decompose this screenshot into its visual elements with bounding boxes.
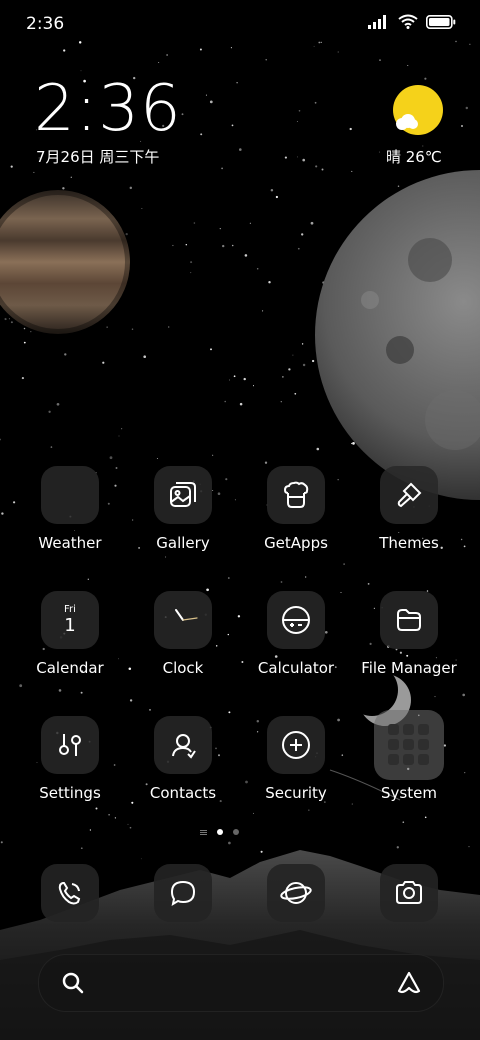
app-label: Calculator	[257, 659, 335, 677]
app-weather[interactable]: Weather	[14, 466, 126, 552]
page-dot[interactable]	[233, 829, 239, 835]
weather-icon[interactable]	[41, 466, 99, 524]
app-label: Calendar	[36, 659, 104, 677]
app-gallery[interactable]: Gallery	[127, 466, 239, 552]
security-icon[interactable]	[267, 716, 325, 774]
wifi-icon	[398, 14, 418, 29]
app-calculator[interactable]: Calculator	[240, 591, 352, 677]
app-label: Themes	[379, 534, 439, 552]
app-label: GetApps	[264, 534, 328, 552]
calendar-icon[interactable]: Fri 1	[41, 591, 99, 649]
phone-icon[interactable]	[41, 864, 99, 922]
calendar-day: Fri	[64, 603, 76, 615]
search-bar[interactable]	[38, 954, 444, 1012]
assistant-icon[interactable]	[395, 969, 423, 997]
app-label: Gallery	[156, 534, 210, 552]
folder-icon[interactable]	[380, 591, 438, 649]
messages-icon[interactable]	[154, 864, 212, 922]
search-icon[interactable]	[61, 971, 85, 995]
app-security[interactable]: Security	[240, 716, 352, 802]
app-label: File Manager	[361, 659, 457, 677]
app-calendar[interactable]: Fri 1 Calendar	[14, 591, 126, 677]
sunny-cloud-icon[interactable]	[392, 84, 444, 136]
dock-browser[interactable]	[240, 864, 352, 922]
status-bar: 2:36	[0, 0, 480, 50]
contacts-icon[interactable]	[154, 716, 212, 774]
app-label: Contacts	[149, 784, 217, 802]
app-system-folder[interactable]: System	[353, 710, 465, 802]
app-settings[interactable]: Settings	[14, 716, 126, 802]
getapps-icon[interactable]	[267, 466, 325, 524]
calculator-icon[interactable]	[267, 591, 325, 649]
app-label: Clock	[162, 659, 204, 677]
dock-messages[interactable]	[127, 864, 239, 922]
app-themes[interactable]: Themes	[353, 466, 465, 552]
camera-icon[interactable]	[380, 864, 438, 922]
dock-camera[interactable]	[353, 864, 465, 922]
page-list-icon[interactable]	[200, 831, 207, 833]
app-label: Settings	[39, 784, 101, 802]
status-time: 2:36	[26, 14, 65, 34]
status-icons	[368, 14, 456, 29]
clock-widget-time[interactable]: 2:36	[34, 72, 182, 146]
folder-grid-icon[interactable]	[374, 710, 444, 780]
app-contacts[interactable]: Contacts	[127, 716, 239, 802]
app-getapps[interactable]: GetApps	[240, 466, 352, 552]
signal-icon	[368, 14, 386, 29]
app-label: Weather	[38, 534, 102, 552]
clock-icon[interactable]	[154, 591, 212, 649]
calendar-date: 1	[64, 614, 76, 636]
battery-icon	[426, 14, 456, 29]
app-clock[interactable]: Clock	[127, 591, 239, 677]
browser-icon[interactable]	[267, 864, 325, 922]
themes-icon[interactable]	[380, 466, 438, 524]
gallery-icon[interactable]	[154, 466, 212, 524]
settings-icon[interactable]	[41, 716, 99, 774]
page-indicator[interactable]	[200, 829, 239, 835]
weather-widget-text: 晴 26℃	[386, 148, 442, 166]
app-label: Security	[265, 784, 327, 802]
app-label: System	[381, 784, 437, 802]
dock-phone[interactable]	[14, 864, 126, 922]
clock-widget-date: 7月26日 周三下午	[36, 148, 160, 166]
page-dot-current[interactable]	[217, 829, 223, 835]
app-file-manager[interactable]: File Manager	[353, 591, 465, 677]
